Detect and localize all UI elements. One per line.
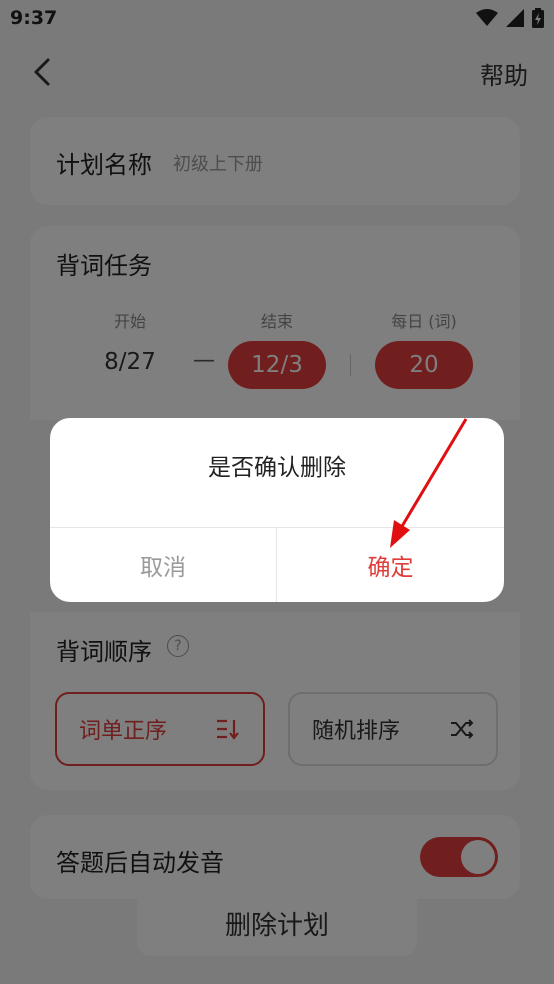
confirm-button[interactable]: 确定 [277,528,504,602]
dialog-message: 是否确认删除 [208,455,346,481]
confirm-dialog: 是否确认删除 取消 确定 [50,418,504,602]
cancel-button[interactable]: 取消 [50,528,276,602]
